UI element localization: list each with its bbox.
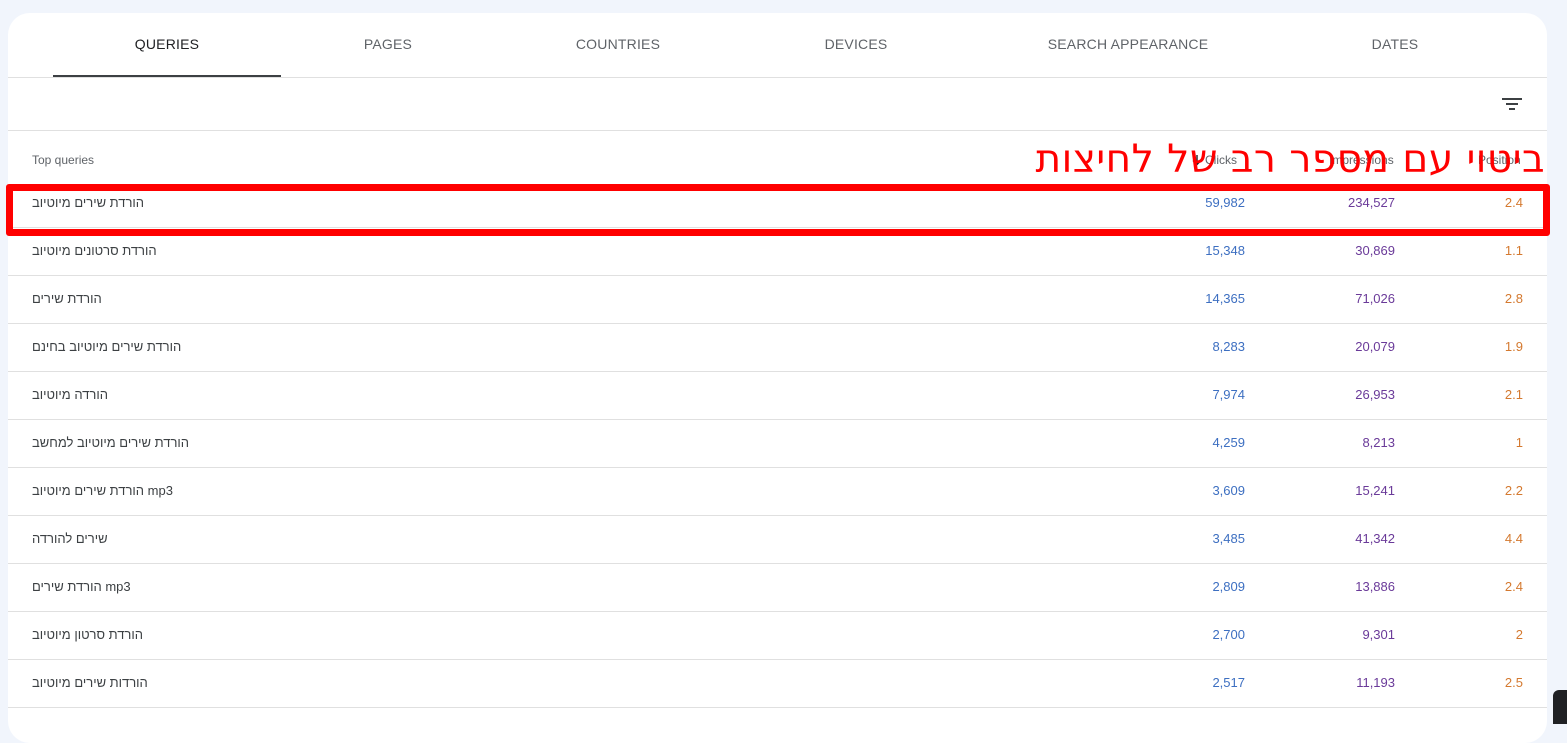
impressions-cell: 30,869 xyxy=(1355,243,1395,258)
table-row[interactable]: הורדת שירים 14,365 71,026 2.8 xyxy=(8,275,1547,324)
annotation-text: ביטוי עם מספר רב של לחיצות xyxy=(1035,137,1545,182)
query-cell: הורדת שירים mp3 xyxy=(32,579,131,594)
table-row[interactable]: הורדת סרטונים מיוטיוב 15,348 30,869 1.1 xyxy=(8,227,1547,276)
query-cell: הורדת שירים מיוטיוב למחשב xyxy=(32,435,190,450)
position-cell: 2 xyxy=(1515,627,1523,642)
table-row[interactable]: הורדת שירים מיוטיוב למחשב 4,259 8,213 1 xyxy=(8,419,1547,468)
clicks-cell: 3,609 xyxy=(1212,483,1245,498)
impressions-cell: 9,301 xyxy=(1362,627,1395,642)
query-cell: שירים להורדה xyxy=(32,531,108,546)
clicks-cell: 2,517 xyxy=(1212,675,1245,690)
clicks-cell: 8,283 xyxy=(1212,339,1245,354)
tab-dates[interactable]: DATES xyxy=(1315,13,1475,76)
impressions-cell: 26,953 xyxy=(1355,387,1395,402)
position-cell: 2.1 xyxy=(1504,387,1523,402)
query-cell: הורדת סרטון מיוטיוב xyxy=(32,627,143,642)
tab-pages[interactable]: PAGES xyxy=(308,13,468,76)
impressions-cell: 20,079 xyxy=(1355,339,1395,354)
clicks-cell: 59,982 xyxy=(1205,195,1245,210)
header-top-queries[interactable]: Top queries xyxy=(32,153,94,167)
help-button[interactable] xyxy=(1553,690,1567,724)
impressions-cell: 234,527 xyxy=(1348,195,1395,210)
impressions-cell: 15,241 xyxy=(1355,483,1395,498)
position-cell: 1.1 xyxy=(1504,243,1523,258)
position-cell: 4.4 xyxy=(1504,531,1523,546)
table-row[interactable]: הורדה מיוטיוב 7,974 26,953 2.1 xyxy=(8,371,1547,420)
filter-icon[interactable] xyxy=(1499,91,1525,117)
impressions-cell: 11,193 xyxy=(1356,675,1395,690)
tab-queries[interactable]: QUERIES xyxy=(53,13,281,77)
table-row[interactable]: הורדת שירים מיוטיוב בחינם 8,283 20,079 1… xyxy=(8,323,1547,372)
tab-search-appearance[interactable]: SEARCH APPEARANCE xyxy=(1018,13,1238,76)
table-row[interactable]: הורדת סרטון מיוטיוב 2,700 9,301 2 xyxy=(8,611,1547,660)
clicks-cell: 7,974 xyxy=(1212,387,1245,402)
table-row[interactable]: הורדת שירים מיוטיוב mp3 3,609 15,241 2.2 xyxy=(8,467,1547,516)
table-toolbar xyxy=(8,78,1547,131)
position-cell: 2.2 xyxy=(1504,483,1523,498)
query-cell: הורדת שירים מיוטיוב בחינם xyxy=(32,339,182,354)
table-row[interactable]: שירים להורדה 3,485 41,342 4.4 xyxy=(8,515,1547,564)
table-row[interactable]: הורדות שירים מיוטיוב 2,517 11,193 2.5 xyxy=(8,659,1547,708)
query-cell: הורדת סרטונים מיוטיוב xyxy=(32,243,157,258)
position-cell: 1.9 xyxy=(1504,339,1523,354)
query-cell: הורדות שירים מיוטיוב xyxy=(32,675,148,690)
clicks-cell: 2,809 xyxy=(1212,579,1245,594)
query-cell: הורדה מיוטיוב xyxy=(32,387,108,402)
query-cell: הורדת שירים מיוטיוב mp3 xyxy=(32,483,173,498)
position-cell: 2.8 xyxy=(1504,291,1523,306)
query-cell: הורדת שירים xyxy=(32,291,102,306)
tab-countries[interactable]: COUNTRIES xyxy=(538,13,698,76)
tab-devices[interactable]: DEVICES xyxy=(776,13,936,76)
table-row[interactable]: הורדת שירים mp3 2,809 13,886 2.4 xyxy=(8,563,1547,612)
impressions-cell: 8,213 xyxy=(1362,435,1395,450)
performance-table-card: QUERIES PAGES COUNTRIES DEVICES SEARCH A… xyxy=(8,13,1547,743)
query-cell: הורדת שירים מיוטיוב xyxy=(32,195,145,210)
tab-bar: QUERIES PAGES COUNTRIES DEVICES SEARCH A… xyxy=(8,13,1547,78)
position-cell: 2.4 xyxy=(1504,195,1523,210)
position-cell: 1 xyxy=(1515,435,1523,450)
position-cell: 2.5 xyxy=(1504,675,1523,690)
impressions-cell: 41,342 xyxy=(1355,531,1395,546)
impressions-cell: 71,026 xyxy=(1355,291,1395,306)
clicks-cell: 14,365 xyxy=(1205,291,1245,306)
clicks-cell: 2,700 xyxy=(1212,627,1245,642)
impressions-cell: 13,886 xyxy=(1355,579,1395,594)
clicks-cell: 15,348 xyxy=(1205,243,1245,258)
position-cell: 2.4 xyxy=(1504,579,1523,594)
clicks-cell: 3,485 xyxy=(1212,531,1245,546)
clicks-cell: 4,259 xyxy=(1212,435,1245,450)
